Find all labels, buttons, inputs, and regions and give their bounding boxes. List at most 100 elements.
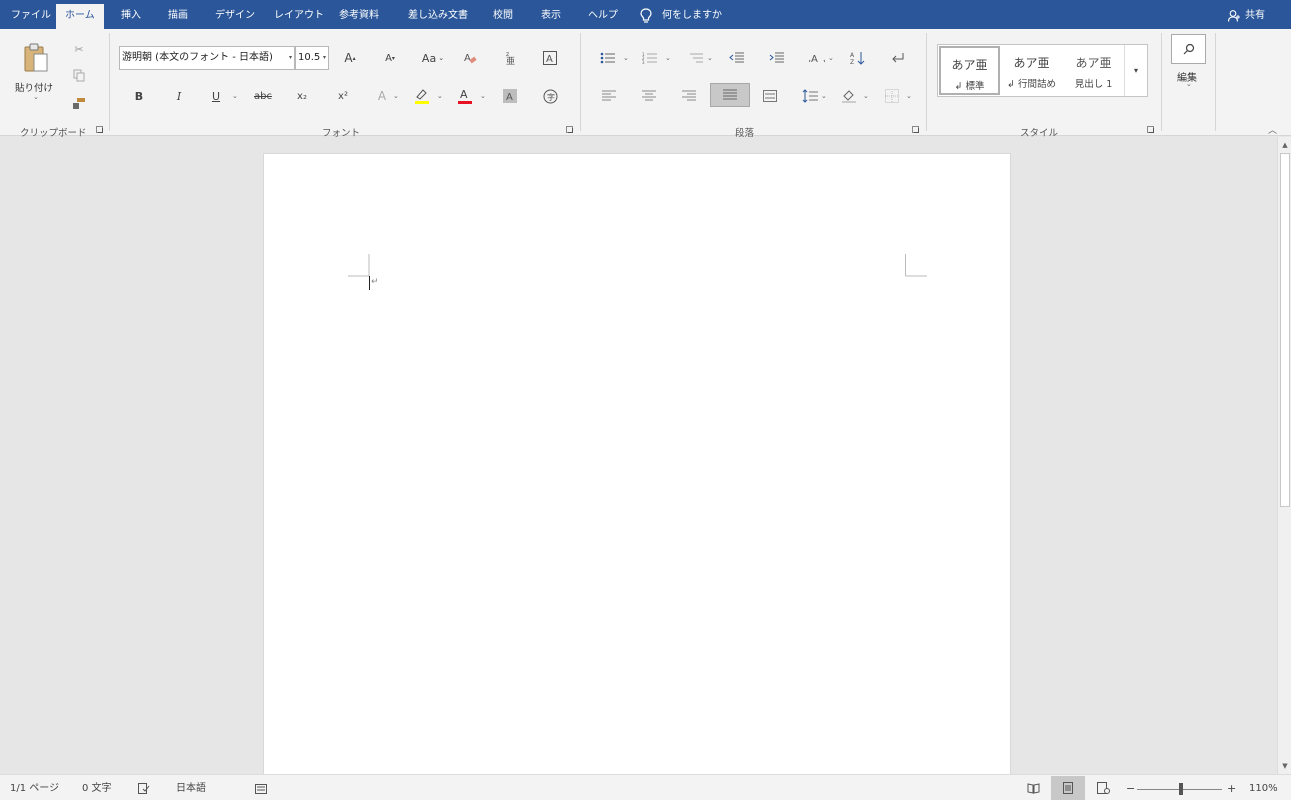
document-page[interactable]: ↵ [263, 153, 1011, 783]
increase-indent-icon[interactable] [767, 49, 787, 67]
clear-formatting-icon[interactable]: A [460, 47, 480, 69]
tab-home[interactable]: ホーム [56, 4, 104, 29]
font-name-combo[interactable]: 游明朝 (本文のフォント - 日本語) ▾ [119, 46, 295, 70]
styles-gallery: あア亜 ↲ 標準 あア亜 ↲ 行間詰め あア亜 見出し 1 ▾ [937, 44, 1148, 97]
decrease-indent-icon[interactable] [727, 49, 747, 67]
align-left-icon[interactable] [600, 86, 618, 106]
style-normal[interactable]: あア亜 ↲ 標準 [939, 46, 1000, 95]
phonetic-guide-icon[interactable]: z亜 [500, 47, 520, 69]
align-right-icon[interactable] [680, 86, 698, 106]
multilevel-dropdown[interactable]: ⌄ [707, 54, 713, 62]
tab-review[interactable]: 校閲 [493, 0, 513, 29]
chevron-down-icon: ▾ [322, 54, 326, 61]
spacing-dropdown[interactable]: ⌄ [828, 54, 834, 62]
tell-me-search[interactable]: 何をしますか [662, 0, 722, 29]
read-mode-icon[interactable] [1016, 776, 1050, 800]
shrink-font-button[interactable]: A ▾ [380, 47, 400, 69]
accessibility-icon[interactable] [255, 783, 267, 797]
multilevel-list-icon[interactable] [686, 49, 706, 67]
format-painter-icon[interactable] [70, 95, 88, 111]
separator [109, 33, 110, 131]
collapse-ribbon-icon[interactable]: ︿ [1268, 123, 1277, 136]
tab-mailings[interactable]: 差し込み文書 [408, 0, 468, 29]
sort-icon[interactable]: AZ [848, 49, 868, 67]
tab-insert[interactable]: 挿入 [121, 0, 141, 29]
clipboard-launcher[interactable] [96, 126, 103, 133]
style-no-spacing[interactable]: あア亜 ↲ 行間詰め [1001, 46, 1062, 95]
tab-file[interactable]: ファイル [11, 0, 51, 29]
svg-text:A: A [464, 53, 471, 64]
text-effects-icon[interactable]: A [372, 86, 392, 106]
underline-dropdown[interactable]: ⌄ [232, 92, 238, 100]
line-spacing-icon[interactable] [800, 86, 820, 106]
bullets-dropdown[interactable]: ⌄ [623, 54, 629, 62]
bold-button[interactable]: B [130, 86, 148, 106]
paragraph-mark: ↵ [371, 277, 379, 287]
shading-icon[interactable] [839, 86, 859, 106]
justify-button[interactable] [710, 83, 750, 107]
font-color-icon[interactable]: A [455, 86, 475, 106]
borders-icon[interactable] [882, 86, 902, 106]
justify-icon [723, 89, 737, 100]
font-size-combo[interactable]: 10.5 ▾ [295, 46, 329, 70]
cut-icon[interactable]: ✂ [70, 41, 88, 57]
numbering-icon[interactable]: 123 [640, 49, 660, 67]
paste-button[interactable] [20, 38, 52, 78]
styles-more-button[interactable]: ▾ [1124, 45, 1147, 96]
style-heading-1[interactable]: あア亜 見出し 1 [1063, 46, 1124, 95]
tab-view[interactable]: 表示 [541, 0, 561, 29]
share-button[interactable]: 共有 [1228, 0, 1265, 29]
tab-references[interactable]: 参考資料 [339, 0, 379, 29]
distributed-icon[interactable] [760, 86, 780, 106]
editing-dropdown[interactable]: ⌄ [1186, 80, 1192, 88]
enclose-characters-icon[interactable]: 字 [540, 86, 560, 106]
paragraph-launcher[interactable] [912, 126, 919, 133]
proofing-icon[interactable] [138, 783, 150, 797]
line-spacing-dropdown[interactable]: ⌄ [821, 92, 827, 100]
font-launcher[interactable] [566, 126, 573, 133]
align-center-icon[interactable] [640, 86, 658, 106]
character-shading-icon[interactable]: A [500, 86, 520, 106]
highlight-dropdown[interactable]: ⌄ [437, 92, 443, 100]
grow-font-button[interactable]: A ▴ [340, 47, 360, 69]
zoom-level[interactable]: 110% [1249, 775, 1278, 800]
zoom-out-button[interactable]: − [1126, 775, 1135, 800]
character-spacing-icon[interactable]: A [807, 49, 827, 67]
zoom-slider-thumb[interactable] [1179, 783, 1183, 795]
numbering-dropdown[interactable]: ⌄ [665, 54, 671, 62]
shading-dropdown[interactable]: ⌄ [863, 92, 869, 100]
highlight-icon[interactable] [412, 86, 432, 106]
svg-text:A: A [506, 92, 513, 103]
copy-icon[interactable] [70, 67, 88, 83]
web-layout-icon[interactable] [1086, 776, 1120, 800]
italic-button[interactable]: I [170, 86, 188, 106]
styles-launcher[interactable] [1147, 126, 1154, 133]
print-layout-icon[interactable] [1051, 776, 1085, 800]
page-count[interactable]: 1/1 ページ [10, 775, 59, 800]
zoom-in-button[interactable]: + [1227, 775, 1236, 800]
svg-text:A: A [546, 54, 553, 65]
tab-layout[interactable]: レイアウト [274, 0, 324, 29]
language-indicator[interactable]: 日本語 [176, 775, 206, 800]
superscript-button[interactable]: x² [333, 86, 353, 106]
change-case-button[interactable]: Aa ⌄ [418, 47, 448, 69]
show-hide-marks-icon[interactable] [888, 49, 908, 67]
text-effects-dropdown[interactable]: ⌄ [393, 92, 399, 100]
scroll-thumb[interactable] [1280, 153, 1290, 507]
character-border-icon[interactable]: A [540, 47, 560, 69]
tab-draw[interactable]: 描画 [168, 0, 188, 29]
bullets-icon[interactable] [598, 49, 618, 67]
scroll-up-arrow-icon[interactable]: ▲ [1278, 138, 1291, 152]
paste-dropdown[interactable]: ⌄ [33, 93, 39, 101]
strikethrough-button[interactable]: abc [252, 86, 274, 106]
scroll-down-arrow-icon[interactable]: ▼ [1278, 759, 1291, 773]
underline-button[interactable]: U [207, 86, 225, 106]
word-count[interactable]: 0 文字 [82, 775, 112, 800]
tab-help[interactable]: ヘルプ [588, 0, 618, 29]
tab-design[interactable]: デザイン [215, 0, 255, 29]
vertical-scrollbar[interactable]: ▲ ▼ [1277, 137, 1291, 774]
subscript-button[interactable]: x₂ [292, 86, 312, 106]
borders-dropdown[interactable]: ⌄ [906, 92, 912, 100]
find-button[interactable] [1171, 34, 1206, 64]
font-color-dropdown[interactable]: ⌄ [480, 92, 486, 100]
